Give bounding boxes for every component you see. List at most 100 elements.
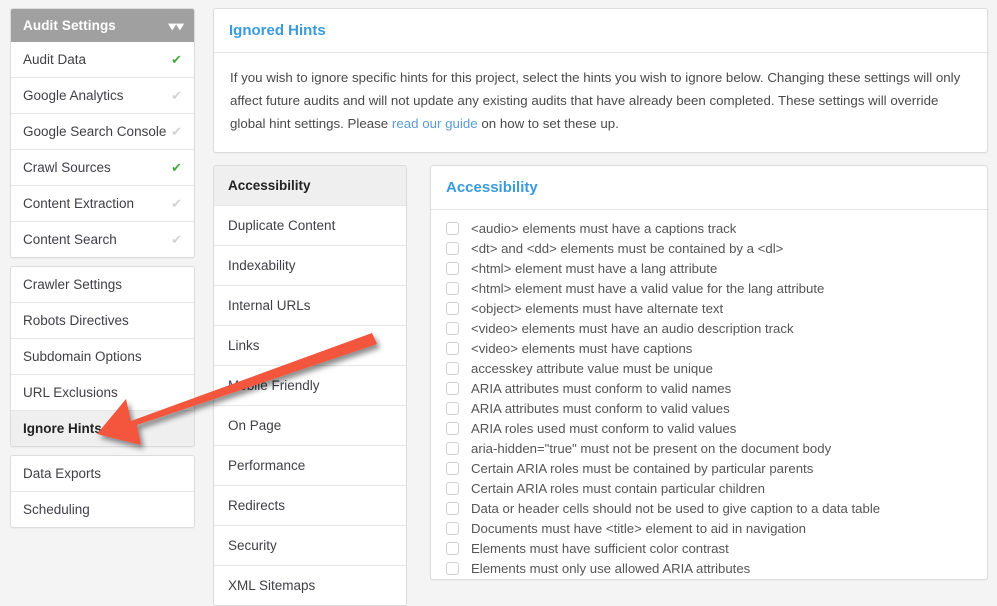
- hint-label: <dt> and <dd> elements must be contained…: [471, 241, 784, 257]
- hint-row[interactable]: Elements must only use allowed ARIA attr…: [431, 559, 987, 579]
- category-item-links[interactable]: Links: [214, 325, 406, 366]
- hint-label: <audio> elements must have a captions tr…: [471, 221, 737, 237]
- hints-split-region: Accessibility Duplicate Content Indexabili…: [213, 164, 988, 606]
- category-item-security[interactable]: Security: [214, 525, 406, 566]
- hint-checkbox[interactable]: [446, 382, 459, 396]
- category-item-on-page[interactable]: On Page: [214, 405, 406, 446]
- hint-label: ARIA attributes must conform to valid va…: [471, 401, 730, 417]
- sidebar-item-google-search-console[interactable]: Google Search Console ✔: [11, 113, 194, 149]
- hint-checkbox[interactable]: [446, 302, 459, 316]
- hint-checkbox[interactable]: [446, 422, 459, 436]
- hint-checkbox[interactable]: [446, 482, 459, 496]
- chevron-double-down-icon[interactable]: ▾▾: [168, 20, 183, 32]
- hint-label: Certain ARIA roles must be contained by …: [471, 461, 814, 477]
- hint-checkbox[interactable]: [446, 522, 459, 536]
- hint-checkbox[interactable]: [446, 542, 459, 556]
- hint-row[interactable]: <html> element must have a lang attribut…: [431, 259, 987, 279]
- hints-panel-title: Accessibility: [446, 178, 538, 196]
- hint-checkbox[interactable]: [446, 342, 459, 356]
- category-item-redirects[interactable]: Redirects: [214, 485, 406, 526]
- sidebar-item-label: URL Exclusions: [23, 385, 118, 400]
- hints-panel-header: Accessibility: [431, 166, 987, 210]
- hint-checkbox[interactable]: [446, 362, 459, 376]
- sidebar-item-label: Crawler Settings: [23, 277, 123, 292]
- hint-row[interactable]: <object> elements must have alternate te…: [431, 299, 987, 319]
- sidebar-item-content-search[interactable]: Content Search ✔: [11, 221, 194, 257]
- sidebar-item-google-analytics[interactable]: Google Analytics ✔: [11, 77, 194, 113]
- hint-label: ARIA attributes must conform to valid na…: [471, 381, 732, 397]
- hint-row[interactable]: Certain ARIA roles must contain particul…: [431, 479, 987, 499]
- category-item-indexability[interactable]: Indexability: [214, 245, 406, 286]
- sidebar-item-label: Google Analytics: [23, 88, 124, 103]
- hint-row[interactable]: ARIA roles used must conform to valid va…: [431, 419, 987, 439]
- hint-row[interactable]: ARIA attributes must conform to valid va…: [431, 399, 987, 419]
- category-item-duplicate-content[interactable]: Duplicate Content: [214, 205, 406, 246]
- sidebar-item-label: Content Extraction: [23, 196, 135, 211]
- hint-checkbox[interactable]: [446, 462, 459, 476]
- sidebar-item-crawler-settings[interactable]: Crawler Settings: [11, 267, 194, 302]
- page-root: Audit Settings ▾▾ Audit Data ✔ Google Anal…: [0, 0, 997, 606]
- check-icon-incomplete: ✔: [171, 196, 182, 211]
- hint-label: ARIA roles used must conform to valid va…: [471, 421, 737, 437]
- hint-row[interactable]: Elements must have sufficient color cont…: [431, 539, 987, 559]
- sidebar-group-audit-settings: Audit Settings ▾▾ Audit Data ✔ Google Anal…: [10, 8, 195, 258]
- ignored-hints-panel-header: Ignored Hints: [214, 9, 987, 53]
- hint-label: Data or header cells should not be used …: [471, 501, 881, 517]
- hint-row[interactable]: accesskey attribute value must be unique: [431, 359, 987, 379]
- sidebar-item-label: Content Search: [23, 232, 117, 247]
- category-item-mobile-friendly[interactable]: Mobile Friendly: [214, 365, 406, 406]
- hint-label: <html> element must have a lang attribut…: [471, 261, 718, 277]
- hint-row[interactable]: Documents must have <title> element to a…: [431, 519, 987, 539]
- hint-checkbox[interactable]: [446, 442, 459, 456]
- sidebar-item-label: Subdomain Options: [23, 349, 142, 364]
- page-title: Ignored Hints: [229, 22, 326, 39]
- sidebar-item-url-exclusions[interactable]: URL Exclusions: [11, 374, 194, 410]
- ignored-hints-panel: Ignored Hints If you wish to ignore spec…: [213, 8, 988, 153]
- main-content: Ignored Hints If you wish to ignore spec…: [213, 8, 988, 606]
- hint-row[interactable]: Certain ARIA roles must be contained by …: [431, 459, 987, 479]
- hint-label: Certain ARIA roles must contain particul…: [471, 481, 765, 497]
- sidebar-item-label: Google Search Console: [23, 124, 167, 139]
- hint-row[interactable]: <audio> elements must have a captions tr…: [431, 219, 987, 239]
- hint-checkbox[interactable]: [446, 262, 459, 276]
- hints-panel: Accessibility <audio> elements must have…: [430, 164, 988, 580]
- category-item-xml-sitemaps[interactable]: XML Sitemaps: [214, 565, 406, 605]
- hint-checkbox[interactable]: [446, 322, 459, 336]
- hint-checkbox[interactable]: [446, 562, 459, 576]
- hint-checkbox[interactable]: [446, 502, 459, 516]
- check-icon-incomplete: ✔: [171, 124, 182, 139]
- hint-checkbox[interactable]: [446, 242, 459, 256]
- hint-checkbox[interactable]: [446, 222, 459, 236]
- sidebar-item-content-extraction[interactable]: Content Extraction ✔: [11, 185, 194, 221]
- hint-label: <video> elements must have captions: [471, 341, 693, 357]
- hint-checkbox[interactable]: [446, 402, 459, 416]
- sidebar-item-crawl-sources[interactable]: Crawl Sources ✔: [11, 149, 194, 185]
- category-item-internal-urls[interactable]: Internal URLs: [214, 285, 406, 326]
- sidebar-item-subdomain-options[interactable]: Subdomain Options: [11, 338, 194, 374]
- sidebar-item-ignore-hints[interactable]: Ignore Hints: [11, 410, 194, 446]
- category-item-accessibility[interactable]: Accessibility: [214, 165, 406, 206]
- hint-label: aria-hidden="true" must not be present o…: [471, 441, 832, 457]
- check-icon-complete: ✔: [171, 52, 182, 67]
- category-item-performance[interactable]: Performance: [214, 445, 406, 486]
- hint-row[interactable]: <video> elements must have an audio desc…: [431, 319, 987, 339]
- hint-row[interactable]: <html> element must have a valid value f…: [431, 279, 987, 299]
- hint-label: <video> elements must have an audio desc…: [471, 321, 794, 337]
- sidebar-item-label: Audit Data: [23, 52, 87, 67]
- sidebar-header[interactable]: Audit Settings ▾▾: [11, 9, 194, 42]
- hint-label: Elements must only use allowed ARIA attr…: [471, 561, 751, 577]
- hint-row[interactable]: aria-hidden="true" must not be present o…: [431, 439, 987, 459]
- hint-checkbox[interactable]: [446, 282, 459, 296]
- sidebar-item-audit-data[interactable]: Audit Data ✔: [11, 42, 194, 77]
- sidebar-item-scheduling[interactable]: Scheduling: [11, 491, 194, 527]
- hint-row[interactable]: ARIA attributes must conform to valid na…: [431, 379, 987, 399]
- hint-row[interactable]: <video> elements must have captions: [431, 339, 987, 359]
- sidebar-item-data-exports[interactable]: Data Exports: [11, 456, 194, 491]
- hint-label: <html> element must have a valid value f…: [471, 281, 825, 297]
- sidebar-group-1-items: Audit Data ✔ Google Analytics ✔ Google Searc…: [11, 42, 194, 257]
- read-our-guide-link[interactable]: read our guide: [392, 116, 478, 131]
- hint-label: Documents must have <title> element to a…: [471, 521, 807, 537]
- sidebar-item-robots-directives[interactable]: Robots Directives: [11, 302, 194, 338]
- hint-row[interactable]: <dt> and <dd> elements must be contained…: [431, 239, 987, 259]
- hint-row[interactable]: Data or header cells should not be used …: [431, 499, 987, 519]
